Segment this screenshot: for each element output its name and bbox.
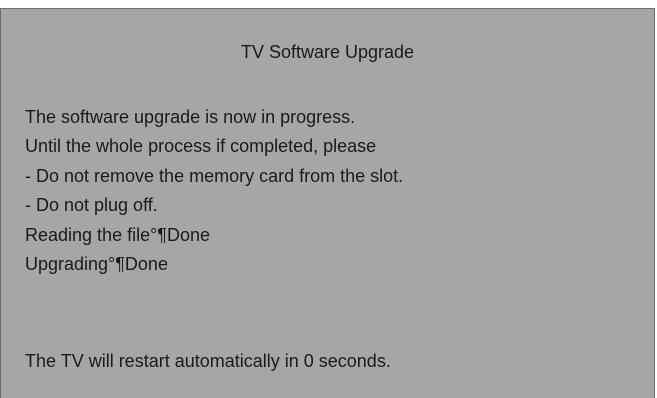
- restart-countdown: The TV will restart automatically in 0 s…: [25, 351, 391, 371]
- warning-power: - Do not plug off.: [25, 195, 158, 216]
- status-message: The software upgrade is now in progress.…: [25, 103, 403, 279]
- upgrading-status: Upgrading°¶Done: [25, 254, 168, 275]
- instruction-line: Until the whole process if completed, pl…: [25, 136, 377, 157]
- dialog-title: TV Software Upgrade: [240, 42, 415, 62]
- warning-memory-card: - Do not remove the memory card from the…: [25, 165, 404, 186]
- upgrade-dialog: TV Software Upgrade The software upgrade…: [0, 8, 655, 398]
- progress-line: The software upgrade is now in progress.: [25, 107, 356, 127]
- reading-status: Reading the file°¶Done: [25, 224, 210, 245]
